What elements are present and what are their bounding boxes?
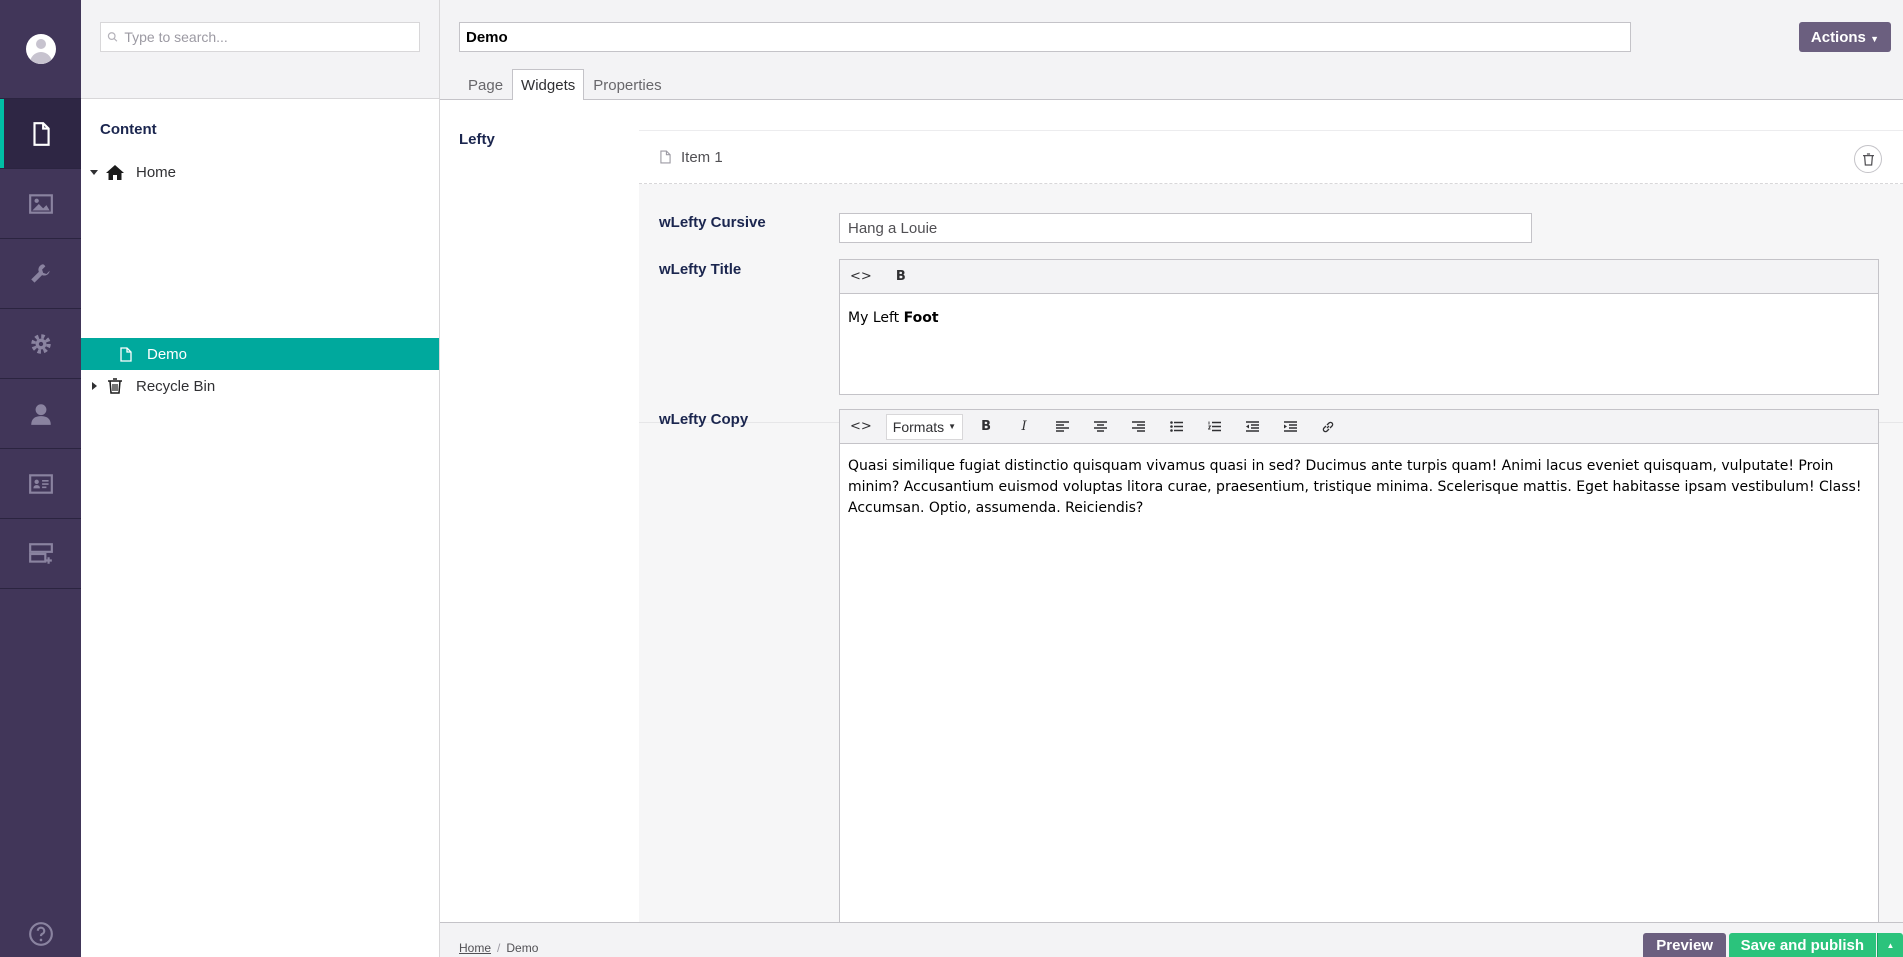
nested-content-panel: Item 1 wLefty Cursive wLefty Title <> B …: [639, 130, 1903, 922]
avatar: [25, 34, 56, 64]
search-icon: [107, 32, 118, 42]
tree-node-home[interactable]: Home: [81, 156, 439, 188]
delete-item-button[interactable]: [1854, 145, 1882, 173]
outdent-button[interactable]: [1237, 414, 1267, 440]
tree-node-demo[interactable]: Demo: [81, 338, 439, 370]
tree-node-label: Recycle Bin: [136, 377, 216, 395]
title-rich-editor: <> B My Left Foot: [839, 259, 1879, 395]
app-sections-rail: [0, 0, 81, 957]
users-icon: [30, 403, 51, 425]
title-editor-toolbar: <> B: [840, 260, 1878, 294]
tab-page[interactable]: Page: [459, 69, 512, 100]
node-name-input[interactable]: [459, 22, 1631, 52]
formats-dropdown[interactable]: Formats ▼: [885, 413, 964, 440]
title-text-bold: Foot: [903, 310, 939, 326]
section-settings[interactable]: [0, 239, 81, 309]
copy-editor-content[interactable]: Quasi similique fugiat distinctio quisqu…: [840, 444, 1878, 533]
breadcrumb: Home / Demo: [459, 941, 538, 955]
content-icon: [32, 121, 50, 146]
actions-button[interactable]: Actions ▼: [1798, 22, 1891, 52]
field-label-copy: wLefty Copy: [659, 411, 749, 428]
title-text-plain: My Left: [848, 310, 904, 326]
source-code-button[interactable]: <>: [844, 414, 878, 440]
expand-caret-icon[interactable]: [84, 168, 104, 176]
align-center-icon: [1093, 421, 1107, 432]
save-and-publish-button[interactable]: Save and publish: [1728, 933, 1876, 957]
caret-down-icon: ▼: [948, 422, 957, 431]
bold-button[interactable]: B: [886, 264, 916, 290]
section-media[interactable]: [0, 169, 81, 239]
bold-button[interactable]: B: [971, 414, 1001, 440]
expand-caret-right-icon[interactable]: [84, 382, 104, 390]
editor-tabs: Page Widgets Properties: [459, 69, 671, 101]
align-left-icon: [1055, 421, 1069, 432]
formats-label: Formats: [892, 418, 945, 435]
tree-node-label: Demo: [147, 345, 188, 363]
forms-icon: [28, 542, 53, 564]
tab-widgets[interactable]: Widgets: [512, 69, 585, 101]
insert-link-button[interactable]: [1313, 414, 1343, 440]
help-icon: [28, 922, 53, 946]
breadcrumb-current: Demo: [506, 941, 539, 955]
nested-item-header[interactable]: Item 1: [639, 130, 1903, 184]
copy-editor-toolbar: <> Formats ▼ B I: [840, 410, 1878, 444]
section-forms[interactable]: [0, 519, 81, 589]
preview-button[interactable]: Preview: [1643, 933, 1726, 957]
search-box: [100, 22, 420, 52]
search-input[interactable]: [124, 29, 413, 45]
title-editor-content[interactable]: My Left Foot: [840, 294, 1878, 343]
cursive-input[interactable]: [839, 213, 1532, 243]
editor-body: Lefty Item 1 wLefty Cursive wLefty Title…: [440, 100, 1903, 922]
numbered-list-button[interactable]: [1199, 414, 1229, 440]
field-label-title: wLefty Title: [659, 261, 742, 278]
search-area: [81, 0, 439, 99]
outdent-icon: [1245, 421, 1259, 432]
document-icon: [660, 150, 671, 164]
section-users[interactable]: [0, 379, 81, 449]
caret-up-icon: ▲: [1886, 941, 1895, 950]
caret-down-icon: ▼: [1870, 33, 1879, 44]
members-icon: [28, 473, 53, 494]
align-right-button[interactable]: [1123, 414, 1153, 440]
bullet-list-button[interactable]: [1161, 414, 1191, 440]
help-button[interactable]: [0, 921, 81, 947]
tree-title: Content: [100, 121, 157, 138]
align-right-icon: [1131, 421, 1145, 432]
property-group-label: Lefty: [459, 131, 495, 148]
settings-wrench-icon: [30, 263, 50, 283]
numbered-list-icon: [1207, 421, 1221, 432]
copy-rich-editor: <> Formats ▼ B I Quasi similique fugiat …: [839, 409, 1879, 922]
developer-gear-icon: [30, 333, 51, 354]
italic-button[interactable]: I: [1009, 414, 1039, 440]
editor-header: Actions ▼ Page Widgets Properties: [440, 0, 1903, 101]
content-tree-panel: Content Home Demo Recycle Bin: [81, 0, 440, 957]
field-label-cursive: wLefty Cursive: [659, 214, 766, 231]
bullet-list-icon: [1169, 421, 1183, 432]
actions-label: Actions: [1810, 28, 1866, 46]
link-icon: [1322, 421, 1334, 432]
breadcrumb-home-link[interactable]: Home: [459, 941, 491, 955]
indent-button[interactable]: [1275, 414, 1305, 440]
editor-footer: Home / Demo Preview Save and publish ▲: [440, 922, 1903, 957]
user-avatar-button[interactable]: [0, 0, 81, 99]
source-code-button[interactable]: <>: [844, 264, 878, 290]
align-left-button[interactable]: [1047, 414, 1077, 440]
tab-properties[interactable]: Properties: [584, 69, 670, 100]
tree-node-recycle-bin[interactable]: Recycle Bin: [81, 370, 439, 402]
publish-options-button[interactable]: ▲: [1877, 933, 1903, 957]
tree-node-label: Home: [136, 163, 177, 181]
breadcrumb-separator: /: [497, 941, 501, 955]
document-icon: [115, 346, 137, 362]
indent-icon: [1283, 421, 1297, 432]
section-members[interactable]: [0, 449, 81, 519]
section-developer[interactable]: [0, 309, 81, 379]
trash-icon: [104, 378, 126, 394]
section-content[interactable]: [0, 99, 81, 169]
nested-item-title: Item 1: [681, 148, 723, 166]
media-icon: [28, 193, 53, 214]
home-icon: [104, 164, 126, 180]
trash-icon: [1862, 152, 1874, 166]
align-center-button[interactable]: [1085, 414, 1115, 440]
